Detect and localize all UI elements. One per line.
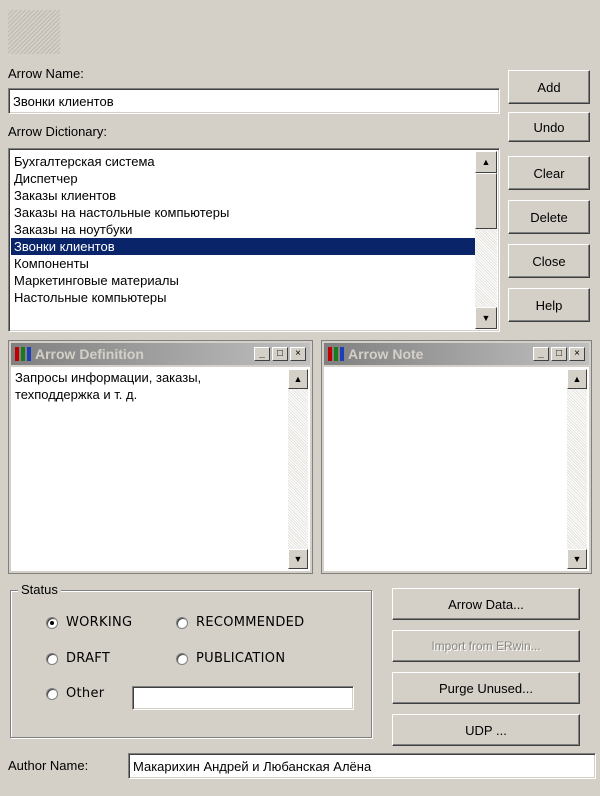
- note-scrollbar[interactable]: ▲ ▼: [567, 369, 587, 569]
- minimize-icon[interactable]: _: [254, 347, 270, 361]
- list-item[interactable]: Заказы клиентов: [11, 187, 475, 204]
- list-item[interactable]: Настольные компьютеры: [11, 289, 475, 306]
- arrow-note-titlebar[interactable]: Arrow Note _ □ ×: [324, 343, 589, 365]
- arrow-note-textarea[interactable]: ▲ ▼: [324, 367, 589, 571]
- window-controls: _ □ ×: [254, 347, 306, 361]
- arrow-dictionary-list[interactable]: Бухгалтерская система Диспетчер Заказы к…: [8, 148, 500, 332]
- undo-button[interactable]: Undo: [508, 112, 590, 142]
- radio-selected-dot: [50, 620, 54, 625]
- close-button[interactable]: Close: [508, 244, 590, 278]
- other-status-input[interactable]: [132, 686, 354, 710]
- maximize-icon[interactable]: □: [551, 347, 567, 361]
- list-item[interactable]: Заказы на ноутбуки: [11, 221, 475, 238]
- close-icon[interactable]: ×: [569, 347, 585, 361]
- maximize-icon[interactable]: □: [272, 347, 288, 361]
- note-text: [324, 367, 568, 371]
- scroll-down-arrow-icon[interactable]: ▼: [567, 549, 587, 569]
- close-icon[interactable]: ×: [290, 347, 306, 361]
- definition-text: Запросы информации, заказы, техподдержка…: [15, 370, 202, 402]
- dialog-title-bar[interactable]: [0, 0, 600, 58]
- title-grip-pattern: [8, 10, 60, 54]
- definition-scrollbar[interactable]: ▲ ▼: [288, 369, 308, 569]
- purge-unused-button[interactable]: Purge Unused...: [392, 672, 580, 704]
- radio-recommended-label: RECOMMENDED: [196, 615, 305, 630]
- delete-button[interactable]: Delete: [508, 200, 590, 234]
- list-item[interactable]: Бухгалтерская система: [11, 153, 475, 170]
- list-item[interactable]: Заказы на настольные компьютеры: [11, 204, 475, 221]
- radio-working-label: WORKING: [66, 615, 133, 630]
- radio-other[interactable]: Other: [46, 686, 104, 701]
- import-from-erwin-button: Import from ERwin...: [392, 630, 580, 662]
- radio-draft-label: DRAFT: [66, 651, 111, 666]
- udp-button[interactable]: UDP ...: [392, 714, 580, 746]
- arrow-name-label: Arrow Name:: [8, 66, 84, 81]
- help-button[interactable]: Help: [508, 288, 590, 322]
- arrow-name-input[interactable]: [8, 88, 500, 114]
- app-icon: [328, 347, 344, 361]
- radio-button-icon[interactable]: [176, 616, 188, 629]
- author-name-label: Author Name:: [8, 758, 89, 773]
- arrow-note-title: Arrow Note: [348, 346, 424, 362]
- radio-button-icon[interactable]: [176, 652, 188, 665]
- arrow-definition-title: Arrow Definition: [35, 346, 144, 362]
- scroll-down-arrow-icon[interactable]: ▼: [475, 307, 497, 329]
- window-controls: _ □ ×: [533, 347, 585, 361]
- app-icon: [15, 347, 31, 361]
- add-button[interactable]: Add: [508, 70, 590, 104]
- arrow-dictionary-label: Arrow Dictionary:: [8, 124, 107, 139]
- author-name-input[interactable]: [128, 753, 596, 779]
- scroll-down-arrow-icon[interactable]: ▼: [288, 549, 308, 569]
- scrollbar-thumb[interactable]: [475, 173, 497, 229]
- radio-publication[interactable]: PUBLICATION: [176, 651, 285, 666]
- radio-button-icon[interactable]: [46, 687, 58, 700]
- arrow-note-panel: Arrow Note _ □ × ▲ ▼: [321, 340, 592, 574]
- status-legend: Status: [18, 582, 61, 597]
- radio-recommended[interactable]: RECOMMENDED: [176, 615, 304, 630]
- radio-button-icon[interactable]: [46, 652, 58, 665]
- radio-other-label: Other: [66, 686, 105, 701]
- scroll-up-arrow-icon[interactable]: ▲: [288, 369, 308, 389]
- scroll-up-arrow-icon[interactable]: ▲: [475, 151, 497, 173]
- arrow-dictionary-items: Бухгалтерская система Диспетчер Заказы к…: [11, 153, 475, 306]
- list-item[interactable]: Звонки клиентов: [11, 238, 475, 255]
- arrow-definition-panel: Arrow Definition _ □ × Запросы информаци…: [8, 340, 313, 574]
- clear-button[interactable]: Clear: [508, 156, 590, 190]
- arrow-data-button[interactable]: Arrow Data...: [392, 588, 580, 620]
- minimize-icon[interactable]: _: [533, 347, 549, 361]
- arrow-definition-titlebar[interactable]: Arrow Definition _ □ ×: [11, 343, 310, 365]
- radio-working[interactable]: WORKING: [46, 615, 132, 630]
- radio-publication-label: PUBLICATION: [196, 651, 286, 666]
- radio-draft[interactable]: DRAFT: [46, 651, 110, 666]
- list-item[interactable]: Маркетинговые материалы: [11, 272, 475, 289]
- dictionary-scrollbar[interactable]: ▲ ▼: [475, 151, 497, 329]
- arrow-definition-textarea[interactable]: Запросы информации, заказы, техподдержка…: [11, 367, 310, 571]
- radio-button-icon[interactable]: [46, 616, 58, 629]
- scroll-up-arrow-icon[interactable]: ▲: [567, 369, 587, 389]
- list-item[interactable]: Компоненты: [11, 255, 475, 272]
- list-item[interactable]: Диспетчер: [11, 170, 475, 187]
